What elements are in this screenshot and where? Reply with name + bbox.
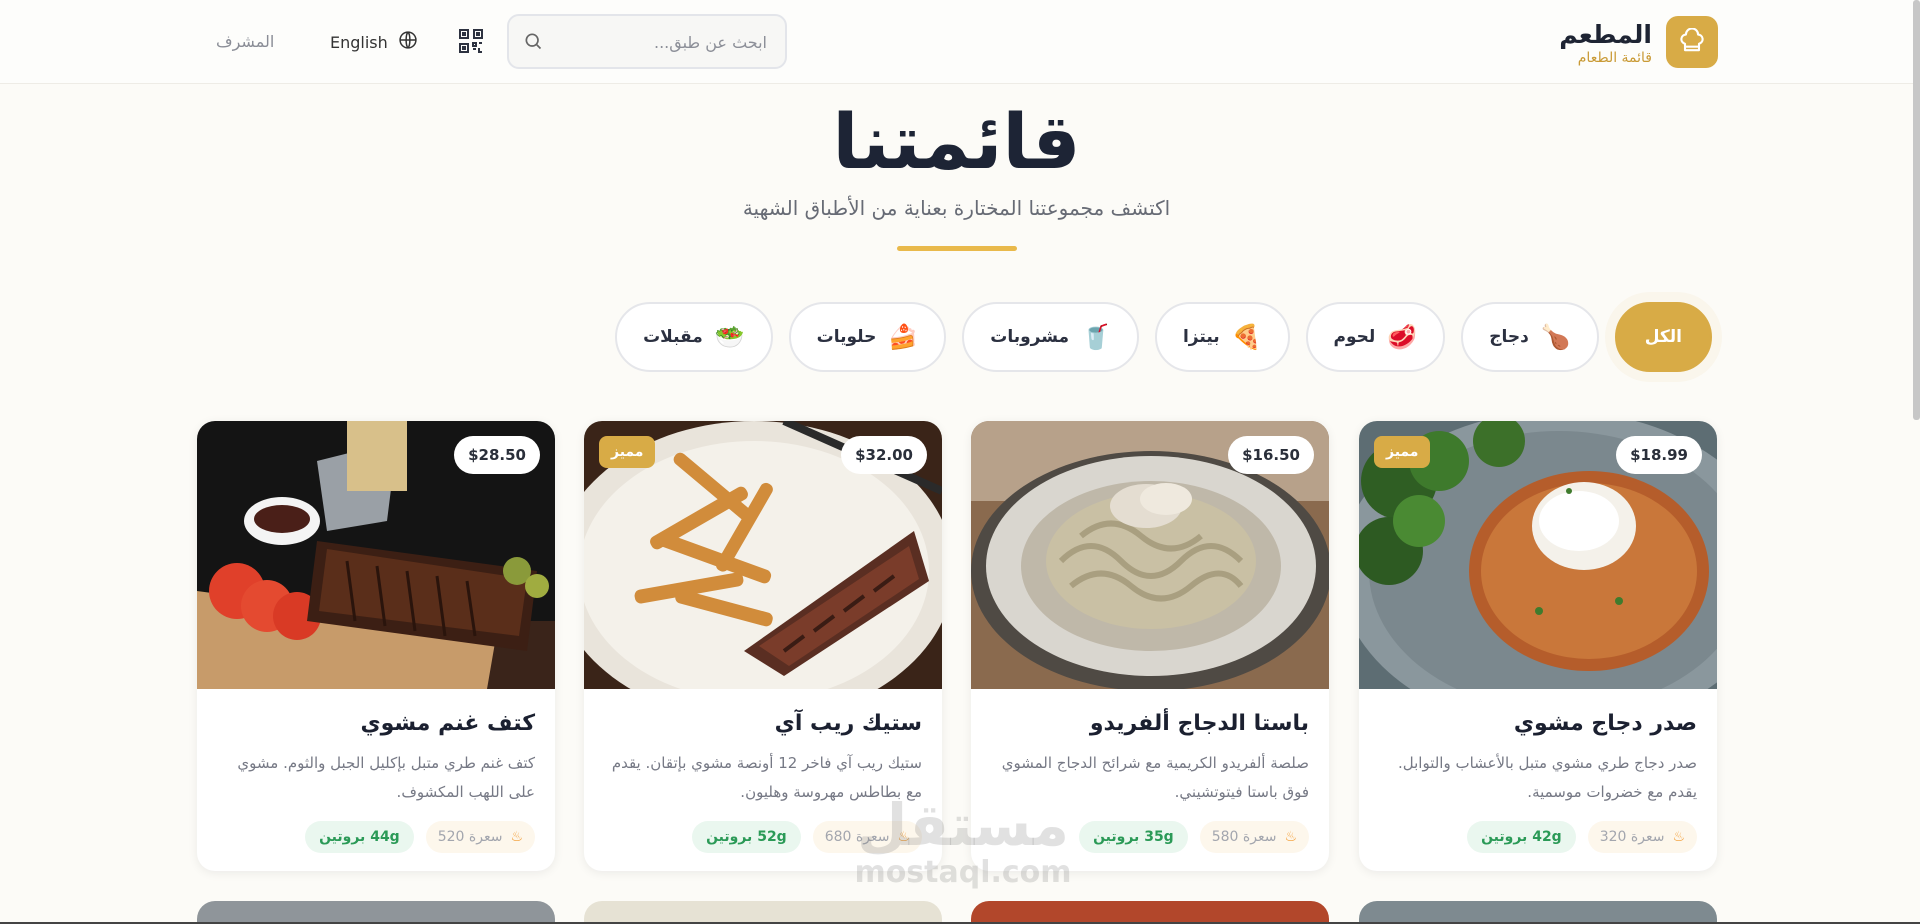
chef-hat-icon bbox=[1666, 16, 1718, 68]
calories-tag: ♨ 580 سعرة bbox=[1199, 821, 1309, 853]
category-label: مقبلات bbox=[643, 327, 703, 347]
calories-value: 320 سعرة bbox=[1599, 829, 1665, 845]
calories-tag: ♨ 680 سعرة bbox=[812, 821, 922, 853]
dish-description: صلصة ألفريدو الكريمية مع شرائح الدجاج ال… bbox=[1001, 754, 1309, 801]
fire-icon: ♨ bbox=[510, 829, 523, 845]
category-appetizers[interactable]: 🥗 مقبلات bbox=[615, 302, 773, 372]
dish-card-partial[interactable] bbox=[971, 901, 1329, 924]
nutrition-tags: ♨ 580 سعرة 35g بروتين bbox=[1079, 821, 1309, 853]
dish-image: $32.00 مميز bbox=[584, 421, 942, 689]
salad-icon: 🥗 bbox=[714, 323, 745, 351]
featured-badge: مميز bbox=[1374, 436, 1431, 468]
globe-icon bbox=[398, 30, 418, 54]
nutrition-tags: ♨ 520 سعرة 44g بروتين bbox=[305, 821, 535, 853]
dish-name: ستيك ريب آي bbox=[774, 711, 922, 736]
category-label: بيتزا bbox=[1182, 327, 1220, 347]
admin-link[interactable]: المشرف bbox=[216, 32, 274, 51]
category-label: حلويات bbox=[816, 327, 877, 347]
dish-name: باستا الدجاج ألفريدو bbox=[1089, 711, 1309, 736]
price-badge: $16.50 bbox=[1228, 436, 1314, 474]
dish-image: $28.50 bbox=[197, 421, 555, 689]
search-icon bbox=[523, 31, 543, 55]
fire-icon: ♨ bbox=[897, 829, 910, 845]
dish-card-partial[interactable] bbox=[584, 901, 942, 924]
language-switch[interactable]: English bbox=[330, 28, 418, 56]
qr-code-icon[interactable] bbox=[458, 28, 486, 56]
featured-badge: مميز bbox=[599, 436, 656, 468]
category-filter: الكل 🍗 دجاج 🥩 لحوم 🍕 بيتزا 🥤 مشروبات 🍰 ح… bbox=[615, 302, 1712, 372]
scrollbar[interactable] bbox=[1913, 0, 1920, 420]
fire-icon: ♨ bbox=[1672, 829, 1685, 845]
category-label: مشروبات bbox=[990, 327, 1070, 347]
calories-tag: ♨ 520 سعرة bbox=[425, 821, 535, 853]
cake-icon: 🍰 bbox=[888, 323, 919, 351]
category-drinks[interactable]: 🥤 مشروبات bbox=[962, 302, 1139, 372]
search-input[interactable] bbox=[547, 29, 767, 55]
calories-value: 680 سعرة bbox=[824, 829, 890, 845]
price-badge: $32.00 bbox=[841, 436, 927, 474]
dish-card-partial[interactable] bbox=[197, 901, 555, 924]
dish-description: صدر دجاج طري مشوي متبل بالأعشاب والتوابل… bbox=[1397, 754, 1697, 801]
category-all[interactable]: الكل bbox=[1614, 302, 1712, 372]
dish-name: صدر دجاج مشوي bbox=[1513, 711, 1697, 736]
dish-card[interactable]: $16.50 باستا الدجاج ألفريدو صلصة ألفريدو… bbox=[971, 421, 1329, 871]
dish-card-partial[interactable] bbox=[1359, 901, 1717, 924]
category-chicken[interactable]: 🍗 دجاج bbox=[1461, 302, 1599, 372]
fire-icon: ♨ bbox=[1284, 829, 1297, 845]
protein-tag: 44g بروتين bbox=[305, 821, 414, 853]
search-box[interactable] bbox=[507, 14, 787, 69]
dish-card[interactable]: $18.99 مميز صدر دجاج مشوي صدر دجاج طري م… bbox=[1359, 421, 1717, 871]
pizza-icon: 🍕 bbox=[1231, 323, 1262, 351]
dish-name: كتف غنم مشوي bbox=[360, 711, 535, 736]
category-label: الكل bbox=[1644, 327, 1682, 347]
calories-tag: ♨ 320 سعرة bbox=[1587, 821, 1697, 853]
drink-icon: 🥤 bbox=[1081, 323, 1111, 351]
nutrition-tags: ♨ 680 سعرة 52g بروتين bbox=[692, 821, 922, 853]
top-navbar: المطعم قائمة الطعام English المشرف bbox=[0, 0, 1920, 84]
category-desserts[interactable]: 🍰 حلويات bbox=[788, 302, 947, 372]
dish-image: $16.50 bbox=[971, 421, 1329, 689]
category-label: دجاج bbox=[1489, 327, 1529, 347]
brand[interactable]: المطعم قائمة الطعام bbox=[1548, 16, 1718, 70]
dish-card[interactable]: $28.50 كتف غنم مشوي كتف غنم طري متبل بإك… bbox=[197, 421, 555, 871]
page-title: قائمتنا bbox=[832, 97, 1081, 186]
brand-name: المطعم bbox=[1559, 20, 1652, 49]
dish-description: ستيك ريب آي فاخر 12 أونصة مشوي بإتقان. ي… bbox=[611, 754, 922, 801]
protein-tag: 42g بروتين bbox=[1467, 821, 1576, 853]
price-badge: $18.99 bbox=[1616, 436, 1702, 474]
title-underline bbox=[897, 246, 1017, 251]
category-pizza[interactable]: 🍕 بيتزا bbox=[1154, 302, 1290, 372]
drumstick-icon: 🍗 bbox=[1540, 323, 1571, 351]
dish-image: $18.99 مميز bbox=[1359, 421, 1717, 689]
dish-description: كتف غنم طري متبل بإكليل الجبل والثوم. مش… bbox=[237, 754, 535, 801]
nutrition-tags: ♨ 320 سعرة 42g بروتين bbox=[1467, 821, 1697, 853]
language-label: English bbox=[330, 32, 388, 52]
calories-value: 520 سعرة bbox=[437, 829, 503, 845]
calories-value: 580 سعرة bbox=[1211, 829, 1277, 845]
page-subtitle: اكتشف مجموعتنا المختارة بعناية من الأطبا… bbox=[742, 196, 1171, 220]
protein-tag: 35g بروتين bbox=[1079, 821, 1188, 853]
steak-icon: 🥩 bbox=[1387, 323, 1418, 351]
brand-subtitle: قائمة الطعام bbox=[1577, 50, 1652, 66]
category-label: لحوم bbox=[1333, 327, 1376, 347]
protein-tag: 52g بروتين bbox=[692, 821, 801, 853]
dish-card[interactable]: $32.00 مميز ستيك ريب آي ستيك ريب آي فاخر… bbox=[584, 421, 942, 871]
category-meat[interactable]: 🥩 لحوم bbox=[1305, 302, 1446, 372]
price-badge: $28.50 bbox=[454, 436, 540, 474]
